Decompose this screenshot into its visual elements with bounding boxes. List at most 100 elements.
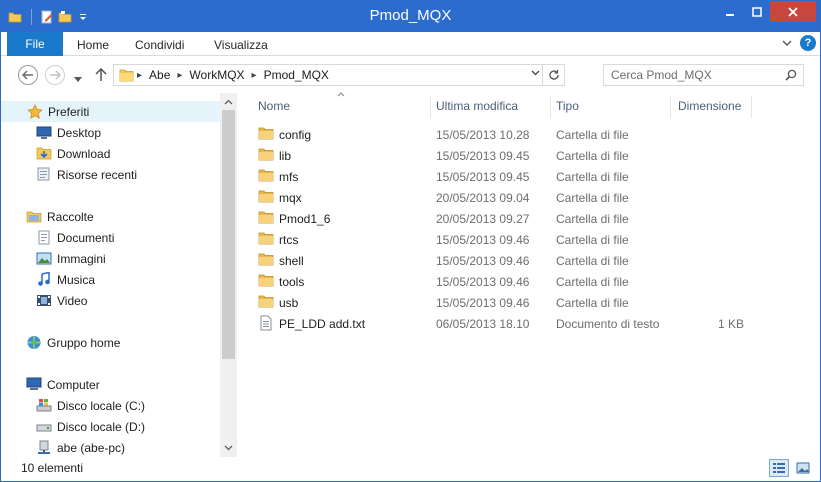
file-name: mfs	[279, 170, 299, 184]
refresh-button[interactable]	[542, 65, 564, 85]
sidebar-item-abe-abe-pc[interactable]: abe (abe-pc)	[1, 437, 220, 457]
sidebar-item-video[interactable]: Video	[1, 290, 220, 311]
pictures-icon	[35, 251, 53, 267]
tab-view[interactable]: Visualizza	[214, 38, 268, 52]
details-view-icon	[773, 463, 785, 473]
column-header-type[interactable]: Tipo	[542, 93, 670, 118]
file-type: Cartella di file	[556, 191, 629, 205]
scroll-up-icon[interactable]	[220, 93, 237, 110]
expand-ribbon-icon[interactable]	[782, 36, 792, 50]
sidebar-item-label: Raccolte	[47, 209, 94, 224]
folder-icon	[258, 231, 274, 249]
sidebar-item-computer[interactable]: Computer	[1, 374, 220, 395]
sidebar-item-musica[interactable]: Musica	[1, 269, 220, 290]
sidebar-item-label: Disco locale (C:)	[57, 398, 146, 413]
column-divider[interactable]	[751, 96, 752, 118]
scrollbar-thumb[interactable]	[222, 110, 235, 359]
file-row[interactable]: shell 15/05/2013 09.46 Cartella di file	[244, 250, 820, 271]
homegroup-icon	[25, 335, 43, 351]
file-type: Documento di testo	[556, 317, 660, 331]
file-name: usb	[279, 296, 299, 310]
status-bar: 10 elementi	[1, 457, 820, 481]
file-name: shell	[279, 254, 304, 268]
close-button[interactable]	[770, 1, 816, 22]
file-modified: 15/05/2013 10.28	[436, 128, 530, 142]
tab-home[interactable]: Home	[77, 38, 109, 52]
address-bar[interactable]: ▸ Abe ▸ WorkMQX ▸ Pmod_MQX	[113, 64, 565, 86]
file-type: Cartella di file	[556, 128, 629, 142]
sidebar-item-disco-locale-c[interactable]: Disco locale (C:)	[1, 395, 220, 416]
back-button[interactable]	[18, 65, 38, 85]
large-icons-view-button[interactable]	[793, 459, 813, 477]
file-modified: 15/05/2013 09.45	[436, 149, 530, 163]
tab-share[interactable]: Condividi	[135, 38, 184, 52]
sidebar-item-immagini[interactable]: Immagini	[1, 248, 220, 269]
breadcrumb-separator-icon[interactable]: ▸	[249, 70, 260, 81]
file-row[interactable]: mfs 15/05/2013 09.45 Cartella di file	[244, 166, 820, 187]
libraries-icon	[25, 209, 43, 225]
file-size: 1 KB	[717, 317, 744, 331]
scroll-down-icon[interactable]	[220, 439, 237, 456]
recent-locations-icon[interactable]	[74, 72, 82, 86]
column-header-modified[interactable]: Ultima modifica	[422, 93, 550, 118]
tab-file[interactable]: File	[7, 32, 63, 56]
breadcrumb-pmod-mqx[interactable]: Pmod_MQX	[260, 68, 333, 82]
column-header-name[interactable]: Nome	[244, 92, 430, 118]
file-row[interactable]: config 15/05/2013 10.28 Cartella di file	[244, 124, 820, 145]
minimize-button[interactable]	[716, 1, 743, 22]
file-modified: 06/05/2013 18.10	[436, 317, 530, 331]
breadcrumb-workmqx[interactable]: WorkMQX	[185, 68, 248, 82]
file-row[interactable]: rtcs 15/05/2013 09.46 Cartella di file	[244, 229, 820, 250]
breadcrumb-abe[interactable]: Abe	[145, 68, 174, 82]
sidebar-item-preferiti[interactable]: Preferiti	[1, 101, 220, 122]
file-row[interactable]: mqx 20/05/2013 09.04 Cartella di file	[244, 187, 820, 208]
window-controls	[716, 1, 816, 22]
search-input[interactable]	[604, 65, 779, 85]
sidebar-item-raccolte[interactable]: Raccolte	[1, 206, 220, 227]
sidebar-item-label: Desktop	[57, 125, 102, 140]
large-icons-view-icon	[796, 462, 810, 474]
folder-icon	[258, 252, 274, 270]
column-header-name-label: Nome	[258, 98, 291, 113]
documents-icon	[35, 230, 53, 246]
address-history-icon[interactable]	[531, 68, 540, 78]
file-row[interactable]: PE_LDD add.txt 06/05/2013 18.10 Documento …	[244, 313, 820, 334]
breadcrumb-separator-icon[interactable]: ▸	[134, 70, 145, 81]
file-name: tools	[279, 275, 305, 289]
help-icon[interactable]: ?	[800, 35, 816, 51]
ribbon-right-controls: ?	[782, 35, 816, 51]
explorer-window: Pmod_MQX File Home Condividi Visualizza …	[0, 0, 821, 482]
desktop-icon	[35, 125, 53, 141]
breadcrumb-separator-icon[interactable]: ▸	[174, 70, 185, 81]
file-row[interactable]: tools 15/05/2013 09.46 Cartella di file	[244, 271, 820, 292]
sidebar-item-documenti[interactable]: Documenti	[1, 227, 220, 248]
sidebar-item-gruppo-home[interactable]: Gruppo home	[1, 332, 220, 353]
folder-icon	[258, 210, 274, 228]
sidebar-item-label: Disco locale (D:)	[57, 419, 146, 434]
search-box[interactable]	[603, 64, 804, 86]
file-name: mqx	[279, 191, 302, 205]
file-row[interactable]: usb 15/05/2013 09.46 Cartella di file	[244, 292, 820, 313]
column-header-size[interactable]: Dimensione	[664, 93, 752, 118]
sidebar-item-risorse-recenti[interactable]: Risorse recenti	[1, 164, 220, 185]
sidebar-item-disco-locale-d[interactable]: Disco locale (D:)	[1, 416, 220, 437]
text-file-icon	[258, 315, 274, 334]
sidebar-item-label: Preferiti	[48, 104, 90, 119]
up-button[interactable]	[95, 67, 107, 84]
maximize-button[interactable]	[743, 1, 770, 22]
file-modified: 15/05/2013 09.45	[436, 170, 530, 184]
file-modified: 20/05/2013 09.04	[436, 191, 530, 205]
navigation-pane-scrollbar[interactable]	[220, 93, 237, 457]
sidebar-item-download[interactable]: Download	[1, 143, 220, 164]
navigation-bar: ▸ Abe ▸ WorkMQX ▸ Pmod_MQX	[1, 57, 820, 93]
details-view-button[interactable]	[769, 459, 789, 477]
sidebar-item-desktop[interactable]: Desktop	[1, 122, 220, 143]
file-row[interactable]: Pmod1_6 20/05/2013 09.27 Cartella di file	[244, 208, 820, 229]
video-icon	[35, 293, 53, 309]
file-modified: 15/05/2013 09.46	[436, 233, 530, 247]
item-count: 10 elementi	[21, 461, 84, 475]
network-drive-icon	[35, 440, 53, 456]
search-icon[interactable]	[785, 69, 797, 84]
file-row[interactable]: lib 15/05/2013 09.45 Cartella di file	[244, 145, 820, 166]
forward-button[interactable]	[45, 65, 65, 85]
